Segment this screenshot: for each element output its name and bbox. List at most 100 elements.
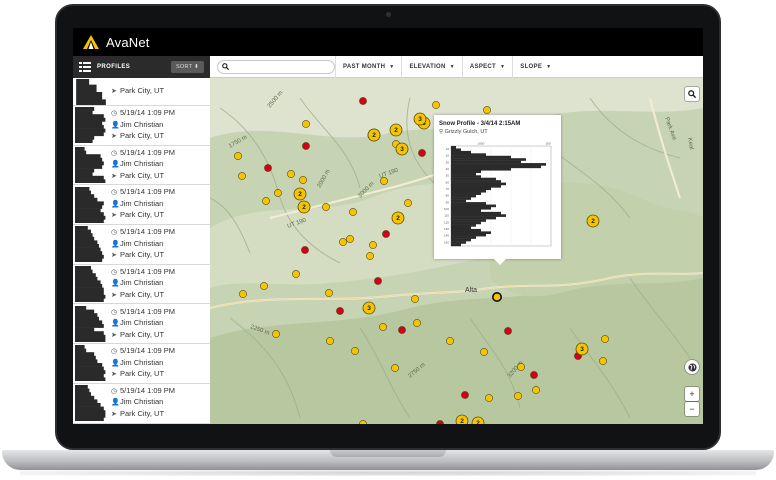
red-marker[interactable]	[301, 246, 309, 254]
red-marker[interactable]	[382, 230, 390, 238]
chart-y-tick: 70	[446, 187, 450, 191]
chart-y-tick: 50	[446, 174, 450, 178]
red-marker[interactable]	[504, 327, 512, 335]
location-arrow-icon: ➤	[111, 331, 117, 339]
yellow-marker[interactable]	[302, 120, 310, 128]
red-marker[interactable]	[461, 391, 469, 399]
profile-meta: ◷ 5/19/14 1:09 PM 👤Jim Christian ➤ Park City…	[111, 307, 175, 342]
sort-icon: ⬍	[194, 64, 199, 70]
profile-thumbnail-bar	[75, 403, 101, 408]
yellow-marker[interactable]	[272, 330, 280, 338]
profile-thumbnail-bar	[75, 219, 104, 223]
filter-elevation[interactable]: ELEVATION ▼	[401, 55, 461, 78]
yellow-marker[interactable]	[391, 364, 399, 372]
profile-row[interactable]: ◷ 5/19/14 1:09 PM 👤Jim Christian ➤ Park City…	[73, 146, 210, 186]
search-box[interactable]	[217, 59, 335, 74]
zoom-in-button[interactable]: +	[685, 387, 699, 401]
yellow-marker[interactable]	[432, 101, 440, 109]
snow-profile-popup[interactable]: Snow Profile - 3/4/14 2:15AM ⚲ Grizzly G…	[434, 115, 561, 259]
yellow-marker[interactable]	[274, 189, 282, 197]
yellow-marker[interactable]	[287, 170, 295, 178]
profile-thumbnail-bar	[75, 132, 104, 137]
yellow-marker[interactable]	[517, 363, 525, 371]
yellow-marker[interactable]	[411, 295, 419, 303]
zoom-out-button[interactable]: −	[685, 402, 699, 416]
profile-meta: ◷ 5/19/14 1:09 PM 👤Jim Christian ➤ Park City…	[111, 267, 175, 302]
map-search-button[interactable]	[685, 87, 699, 101]
yellow-marker[interactable]	[483, 106, 491, 114]
red-marker[interactable]	[418, 149, 426, 157]
yellow-marker[interactable]	[480, 348, 488, 356]
profile-row-partial[interactable]: ➤ Park City, UT	[73, 78, 210, 106]
chart-bar	[451, 146, 456, 149]
yellow-marker[interactable]	[404, 199, 412, 207]
red-marker[interactable]	[264, 164, 272, 172]
yellow-marker[interactable]	[446, 337, 454, 345]
popup-title: Snow Profile - 3/4/14 2:15AM	[439, 121, 521, 127]
profile-thumbnail-bar	[75, 165, 103, 169]
yellow-marker[interactable]	[379, 323, 387, 331]
sort-button[interactable]: SORT ⬍	[170, 61, 204, 73]
filter-label: SLOPE	[520, 63, 543, 70]
yellow-marker[interactable]	[262, 197, 270, 205]
profile-row[interactable]: ◷ 5/19/14 1:09 PM 👤Jim Christian ➤ Park City…	[73, 304, 210, 345]
profile-meta: ◷ 5/19/14 1:09 PM 👤Jim Christian ➤ Park City…	[111, 386, 175, 421]
clock-icon: ◷	[111, 308, 118, 316]
profile-row[interactable]: ◷ 5/19/14 1:09 PM 👤Jim Christian ➤ Park City…	[73, 265, 210, 305]
profile-row[interactable]: ◷ 5/19/14 1:09 PM 👤Jim Christian ➤ Park City…	[73, 185, 210, 226]
profile-time: 5/19/14 1:09 PM	[120, 147, 176, 157]
filter-slope[interactable]: SLOPE ▼	[512, 55, 558, 78]
profile-thumbnail-bar	[75, 327, 95, 332]
chart-bar	[451, 228, 481, 232]
red-marker[interactable]	[374, 277, 382, 285]
caret-down-icon: ▼	[546, 63, 552, 70]
yellow-marker[interactable]	[369, 241, 377, 249]
yellow-marker[interactable]	[239, 290, 247, 298]
profile-thumbnail	[75, 226, 104, 263]
profile-row[interactable]: ◷ 5/19/14 1:09 PM 👤Jim Christian ➤ Park City…	[73, 106, 210, 146]
red-marker[interactable]	[398, 326, 406, 334]
yellow-marker[interactable]	[325, 289, 333, 297]
selected-marker[interactable]	[491, 292, 502, 303]
profile-thumbnail-bar	[75, 251, 103, 256]
yellow-marker[interactable]	[413, 319, 421, 327]
yellow-marker[interactable]	[234, 152, 242, 160]
red-marker[interactable]	[530, 371, 538, 379]
yellow-marker[interactable]	[299, 176, 307, 184]
clock-icon: ◷	[111, 348, 118, 356]
profile-location: Park City, UT	[120, 250, 165, 260]
terrain-map[interactable]: Alta UT 190 UT 190 Park Ave Keal 2000 m 2500 m…	[210, 78, 703, 424]
yellow-marker[interactable]	[339, 238, 347, 246]
yellow-marker[interactable]	[346, 235, 354, 243]
yellow-marker[interactable]	[599, 357, 607, 365]
red-marker[interactable]	[302, 142, 310, 150]
yellow-marker[interactable]	[351, 347, 359, 355]
yellow-marker[interactable]	[366, 252, 374, 260]
app-title: AvaNet	[106, 34, 150, 50]
filter-aspect[interactable]: ASPECT ▼	[461, 55, 512, 78]
red-marker[interactable]	[359, 97, 367, 105]
yellow-marker[interactable]	[514, 392, 522, 400]
profile-row[interactable]: ◷ 5/19/14 1:09 PM 👤Jim Christian ➤ Park City…	[73, 384, 210, 424]
yellow-marker[interactable]	[326, 337, 334, 345]
yellow-marker[interactable]	[601, 335, 609, 343]
yellow-marker[interactable]	[322, 203, 330, 211]
profile-thumbnail-bar	[75, 349, 87, 353]
profile-thumbnail-bar	[75, 280, 101, 285]
profile-row[interactable]: ◷ 5/19/14 1:09 PM 👤Jim Christian ➤ Park City…	[73, 225, 210, 265]
red-marker[interactable]	[336, 307, 344, 315]
yellow-marker[interactable]	[292, 270, 300, 278]
list-icon[interactable]	[79, 62, 91, 72]
profile-meta: ◷ 5/19/14 1:09 PM 👤Jim Christian ➤ Park City…	[111, 108, 175, 143]
yellow-marker[interactable]	[260, 282, 268, 290]
yellow-marker[interactable]	[349, 208, 357, 216]
yellow-marker[interactable]	[380, 177, 388, 185]
chart-bar	[451, 238, 471, 242]
yellow-marker[interactable]	[238, 172, 246, 180]
profile-row[interactable]: ◷ 5/19/14 1:09 PM 👤Jim Christian ➤ Park City…	[73, 344, 210, 384]
search-input[interactable]	[231, 63, 327, 70]
globe-button[interactable]	[685, 360, 699, 374]
yellow-marker[interactable]	[532, 386, 540, 394]
yellow-marker[interactable]	[485, 394, 493, 402]
filter-past-month[interactable]: PAST MONTH ▼	[335, 55, 401, 78]
